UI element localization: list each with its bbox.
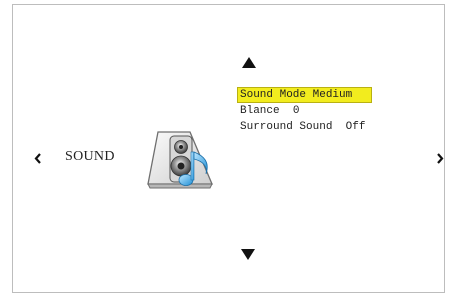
page-title: SOUND	[65, 149, 115, 164]
sound-menu: Sound Mode Medium Blance 0 Surround Soun…	[237, 87, 372, 136]
menu-item-balance[interactable]: Blance 0	[238, 104, 371, 118]
chevron-right-icon[interactable]	[430, 148, 450, 168]
menu-item-surround-sound[interactable]: Surround Sound Off	[238, 120, 371, 134]
chevron-left-icon[interactable]	[28, 148, 48, 168]
menu-item-value: Medium	[312, 89, 353, 101]
menu-item-value: 0	[292, 105, 300, 117]
menu-item-label: Surround Sound	[240, 121, 333, 133]
menu-item-value: Off	[345, 121, 366, 133]
down-arrow-icon[interactable]	[238, 244, 258, 264]
up-arrow-icon[interactable]	[239, 52, 259, 72]
menu-item-sound-mode[interactable]: Sound Mode Medium	[237, 87, 372, 103]
menu-item-label: Sound Mode	[240, 89, 307, 101]
menu-item-label: Blance	[240, 105, 280, 117]
speaker-music-icon	[146, 128, 226, 190]
